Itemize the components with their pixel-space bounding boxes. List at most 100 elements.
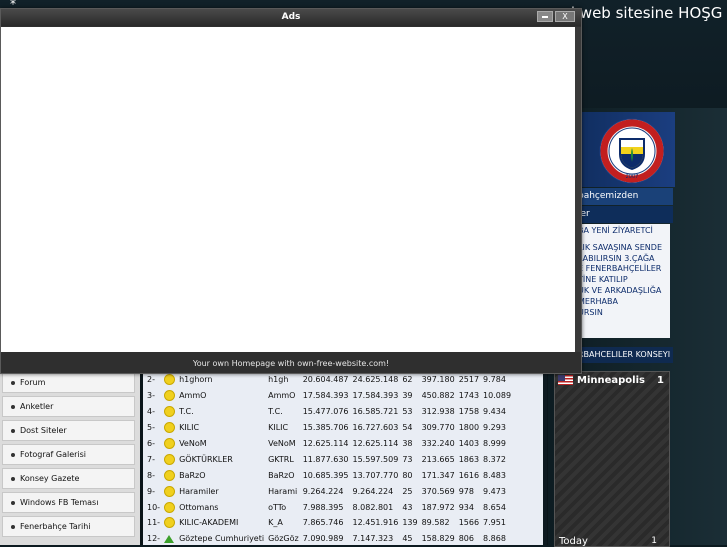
table-row: 8- BaRzO BaRzO 10.685.395 13.707.770 80 171.34…: [147, 467, 515, 483]
value-cell: 45: [402, 534, 413, 544]
bullet-icon: [11, 428, 15, 433]
rank-cell: 9-: [147, 486, 155, 496]
value-cell: 9.784: [483, 375, 506, 385]
value-cell: 1743: [458, 391, 480, 401]
alliance-tag: h1gh: [268, 375, 289, 385]
value-cell: 16.727.603: [352, 423, 399, 433]
value-cell: 54: [402, 423, 413, 433]
status-dot-icon: [164, 438, 176, 449]
alliance-tag: GözGöz: [268, 534, 299, 544]
bullet-icon: [11, 524, 15, 529]
value-cell: 80: [402, 470, 413, 480]
menu-item-fenerbahce-tarihi[interactable]: Fenerbahçe Tarihi: [2, 516, 135, 537]
table-row: 12- Göztepe Cumhuriyeti GözGöz 7.090.989 7.1…: [147, 531, 515, 547]
alliance-name[interactable]: Haramiler: [179, 483, 268, 499]
rank-cell: 11-: [147, 518, 161, 528]
table-row: 4- T.C. T.C. 15.477.076 16.585.721 53 312.938 1…: [147, 404, 515, 420]
value-cell: 15.597.509: [352, 454, 399, 464]
badge-year: 2007: [626, 174, 639, 180]
ads-scrollbar[interactable]: [575, 27, 581, 352]
status-dot-icon: [164, 453, 176, 465]
alliance-name[interactable]: Göztepe Cumhuriyeti: [179, 531, 268, 547]
ads-footer-link[interactable]: Your own Homepage with own-free-website.…: [1, 356, 581, 372]
menu-item-anketler[interactable]: Anketler: [2, 396, 135, 417]
status-dot-icon: [164, 422, 176, 434]
ranking-table-body: 2- h1ghorn h1gh 20.604.487 24.625.148 62 397.1…: [147, 372, 515, 547]
close-button[interactable]: X: [555, 11, 575, 22]
alliance-name[interactable]: VeNoM: [179, 436, 268, 452]
alliance-name[interactable]: GÖKTÜRKLER: [179, 451, 268, 467]
rank-cell: 7-: [147, 454, 155, 464]
value-cell: 8.654: [483, 502, 506, 512]
status-cell: [164, 420, 179, 436]
value-cell: 187.972: [421, 502, 455, 512]
side-line: BA YENİ ZİYARETCİ: [578, 226, 653, 235]
bullet-icon: [11, 476, 15, 481]
ads-titlebar[interactable]: Ads: [1, 9, 581, 26]
minimize-button[interactable]: [537, 11, 553, 22]
alliance-name[interactable]: AmmO: [179, 388, 268, 404]
alliance-tag: T.C.: [268, 407, 283, 417]
value-cell: 1403: [458, 439, 480, 448]
value-cell: 11.877.630: [302, 454, 349, 464]
menu-item-konsey-gazete[interactable]: Konsey Gazete: [2, 468, 135, 489]
alliance-name[interactable]: KILIC: [179, 420, 268, 436]
value-cell: 8.372: [483, 454, 506, 464]
menu-item-dost-siteler[interactable]: Dost Siteler: [2, 420, 135, 441]
alliance-tag: AmmO: [268, 391, 296, 401]
value-cell: 158.829: [421, 534, 455, 544]
status-cell: [164, 483, 179, 499]
menu-item-label: Fotograf Galerisi: [20, 450, 87, 459]
welcome-banner: yi web sitesine HOŞG: [562, 4, 723, 22]
alliance-name[interactable]: Ottomans: [179, 499, 268, 515]
fenerbahce-badge-icon: 2007: [599, 118, 665, 184]
rank-cell: 2-: [147, 375, 155, 385]
alliance-name[interactable]: KILIC-AKADEMI: [179, 515, 268, 531]
value-cell: 89.582: [421, 518, 450, 528]
alliance-name[interactable]: BaRzO: [179, 467, 268, 483]
side-line: URSIN: [578, 307, 603, 317]
today-label: Today: [559, 536, 588, 547]
value-cell: 9.264.224: [352, 486, 394, 496]
value-cell: 978: [458, 486, 474, 496]
bullet-icon: [11, 404, 15, 409]
value-cell: 13.707.770: [352, 470, 399, 480]
status-cell: [164, 531, 179, 547]
value-cell: 62: [402, 375, 413, 385]
alliance-name[interactable]: T.C.: [179, 404, 268, 420]
value-cell: 10.089: [483, 391, 512, 401]
value-cell: 806: [458, 534, 474, 544]
visitor-location: Minneapolis: [558, 375, 645, 386]
ads-popup-window[interactable]: Ads X Your own Homepage with own-free-we…: [0, 8, 582, 374]
rank-cell: 4-: [147, 407, 155, 417]
value-cell: 10.685.395: [302, 470, 349, 480]
value-cell: 397.180: [421, 375, 455, 385]
value-cell: 8.483: [483, 470, 506, 480]
table-row: 10- Ottomans oTTo 7.988.395 8.082.801 43 187.9…: [147, 499, 515, 515]
menu-item-label: Anketler: [20, 402, 54, 411]
value-cell: 15.385.706: [302, 423, 349, 433]
value-cell: 16.585.721: [352, 407, 399, 417]
status-cell: [164, 515, 179, 531]
value-cell: 1800: [458, 423, 480, 433]
value-cell: 17.584.393: [352, 391, 399, 401]
column-divider: [543, 368, 547, 545]
menu-item-fotograf-galerisi[interactable]: Fotograf Galerisi: [2, 444, 135, 465]
menu-item-windows-fb-temasi[interactable]: Windows FB Teması: [2, 492, 135, 513]
menu-item-forum[interactable]: Forum: [2, 372, 135, 393]
alliance-tag: KILIC: [268, 423, 289, 433]
alliance-name[interactable]: h1ghorn: [179, 372, 268, 388]
value-cell: 171.347: [421, 470, 455, 480]
status-dot-icon: [164, 374, 176, 386]
value-cell: 38: [402, 439, 413, 448]
ads-title: Ads: [281, 12, 301, 22]
menu-item-label: Dost Siteler: [20, 426, 67, 435]
status-cell: [164, 436, 179, 452]
alliance-tag: GKTRL: [268, 454, 294, 464]
table-row: 7- GÖKTÜRKLER GKTRL 11.877.630 15.597.509 73 2…: [147, 451, 515, 467]
status-cell: [164, 372, 179, 388]
status-dot-icon: [164, 406, 176, 418]
value-cell: 312.938: [421, 407, 455, 417]
status-dot-icon: [164, 469, 176, 481]
alliance-tag: BaRzO: [268, 470, 295, 480]
